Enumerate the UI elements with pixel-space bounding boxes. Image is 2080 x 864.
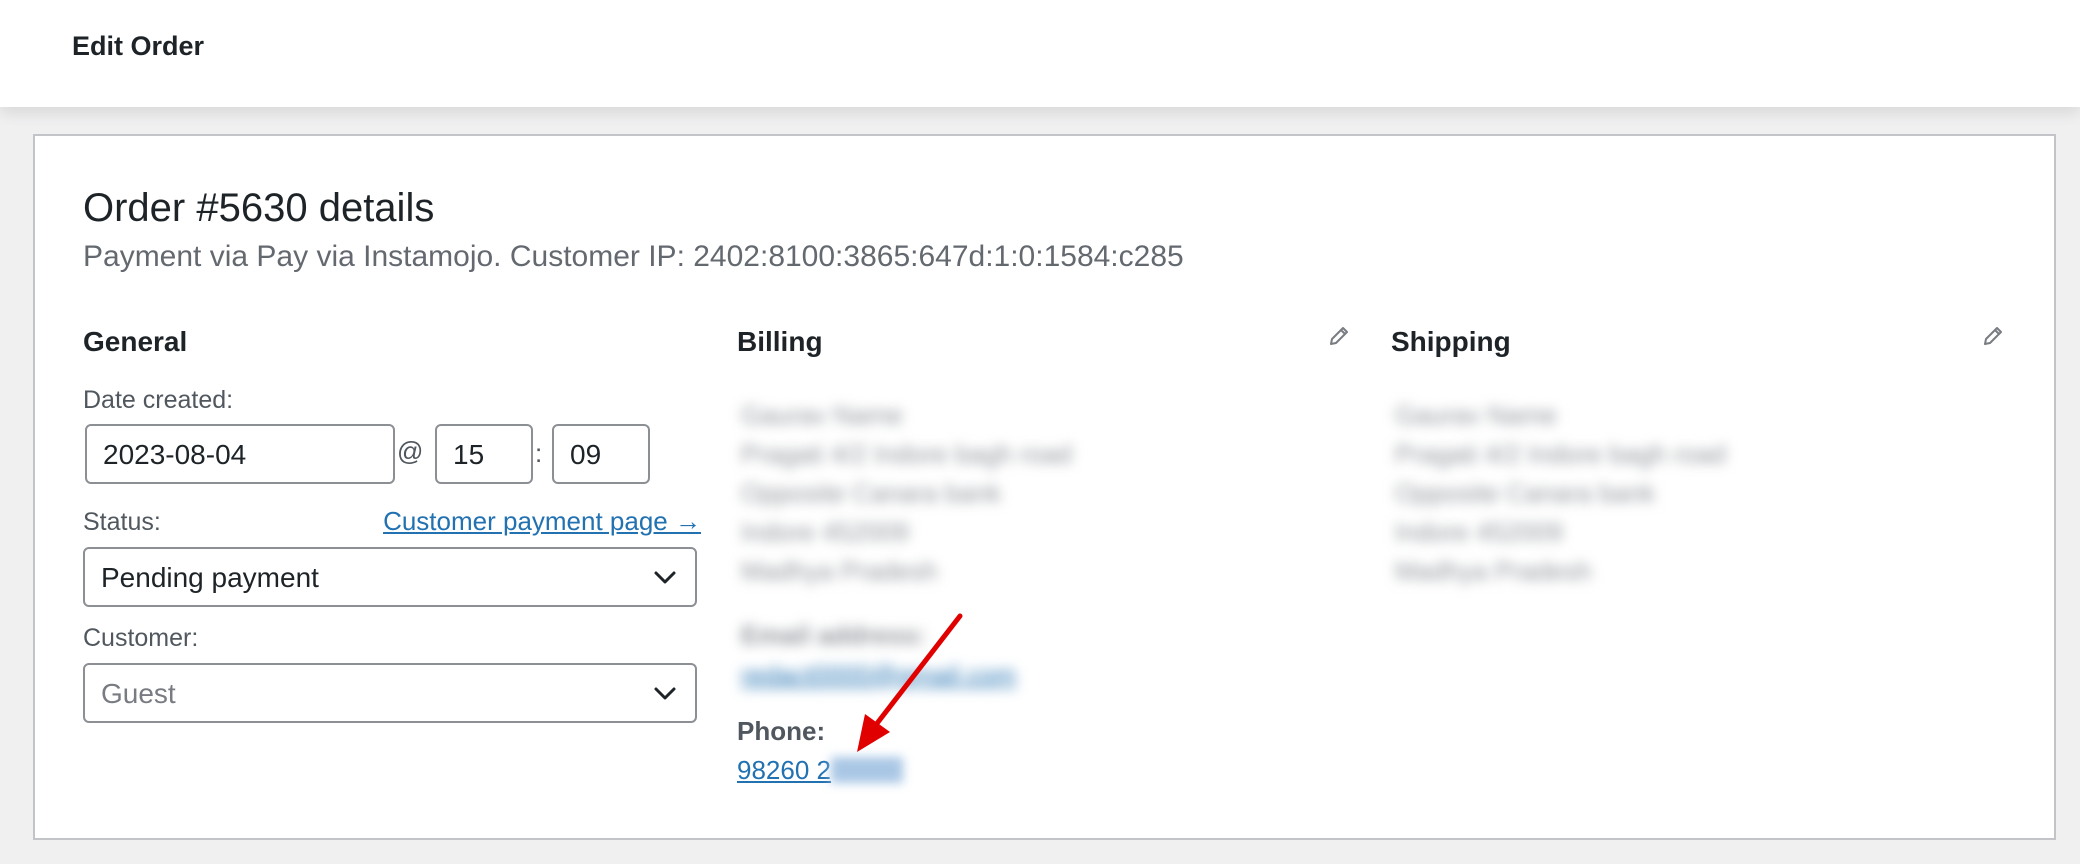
chevron-down-icon <box>654 687 676 700</box>
top-bar: Edit Order <box>0 0 2080 107</box>
status-label: Status: <box>83 508 161 536</box>
billing-address-line: Indore 452009 <box>741 517 909 547</box>
status-select[interactable]: Pending payment <box>83 547 697 607</box>
page-title: Edit Order <box>72 31 205 61</box>
hour-input[interactable]: 15 <box>435 424 533 484</box>
date-created-label: Date created: <box>83 386 234 414</box>
customer-select[interactable]: Guest <box>83 663 697 723</box>
shipping-address-line: Indore 452009 <box>1395 517 1563 547</box>
status-value: Pending payment <box>101 562 319 593</box>
billing-address-line: Madhya Pradesh <box>741 556 938 586</box>
customer-payment-page-link[interactable]: Customer payment page → <box>383 506 701 537</box>
billing-address-line: Opposite Canara bank <box>741 478 1002 508</box>
billing-heading: Billing <box>737 326 823 357</box>
shipping-heading: Shipping <box>1391 326 1511 357</box>
shipping-address-line: Gaurav Name <box>1395 400 1557 430</box>
minute-input[interactable]: 09 <box>552 424 650 484</box>
general-heading: General <box>83 326 188 357</box>
order-payment-meta: Payment via Pay via Instamojo. Customer … <box>83 240 1184 273</box>
customer-label: Customer: <box>83 624 199 652</box>
shipping-address-line: Opposite Canara bank <box>1395 478 1656 508</box>
pencil-icon[interactable] <box>1981 324 2005 348</box>
shipping-address-line: Madhya Pradesh <box>1395 556 1592 586</box>
customer-value: Guest <box>101 678 176 709</box>
pencil-icon[interactable] <box>1327 324 1351 348</box>
chevron-down-icon <box>654 571 676 584</box>
shipping-address-line: Pragati 4/2 Indore bagh road <box>1395 439 1727 469</box>
order-details-panel: Order #5630 details Payment via Pay via … <box>33 134 2056 840</box>
billing-address-line: Gaurav Name <box>741 400 903 430</box>
annotation-arrow <box>857 613 963 752</box>
colon-separator: : <box>535 438 543 468</box>
order-title: Order #5630 details <box>83 186 435 230</box>
phone-label: Phone: <box>737 716 826 746</box>
at-separator: @ <box>397 436 424 466</box>
date-created-input[interactable]: 2023-08-04 <box>85 424 395 484</box>
billing-address-line: Pragati 4/2 Indore bagh road <box>741 439 1073 469</box>
phone-number[interactable]: 98260 2 <box>737 755 831 785</box>
